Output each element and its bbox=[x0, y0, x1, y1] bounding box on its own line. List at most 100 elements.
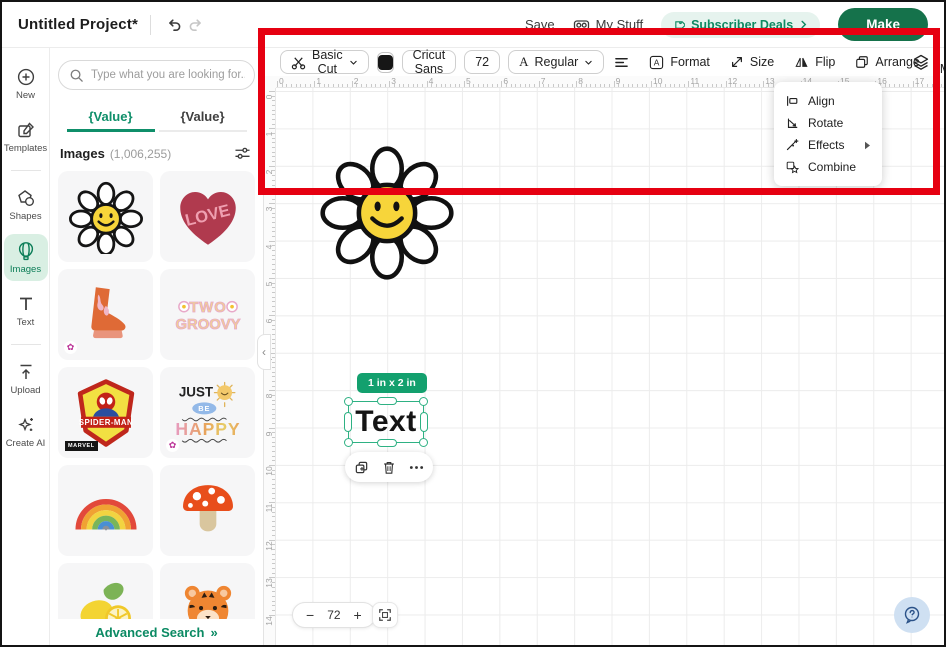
resize-handle-right[interactable] bbox=[420, 412, 428, 432]
image-card-daisy-smiley[interactable] bbox=[58, 171, 153, 262]
tab-value-2[interactable]: {Value} bbox=[159, 102, 247, 132]
cricut-design-space-window: Untitled Project* Save My Stuff Subscrib… bbox=[0, 0, 946, 647]
format-button[interactable]: A Format bbox=[647, 55, 712, 70]
svg-text:A: A bbox=[654, 57, 660, 67]
svg-text:JUST: JUST bbox=[178, 384, 213, 399]
sidebar-item-shapes[interactable]: Shapes bbox=[4, 181, 48, 228]
color-swatch[interactable] bbox=[377, 52, 394, 73]
image-card-just-be-happy[interactable]: JUST BE HAPPY ✿ bbox=[160, 367, 255, 458]
image-card-cowboy-boot[interactable]: ✿ bbox=[58, 269, 153, 360]
results-header: Images (1,006,255) bbox=[60, 144, 253, 163]
sidebar-item-images[interactable]: Images bbox=[4, 234, 48, 281]
undo-icon bbox=[165, 16, 183, 34]
shapes-icon bbox=[16, 188, 36, 208]
resize-handle-bottom-right[interactable] bbox=[419, 438, 428, 447]
tag-icon bbox=[673, 19, 685, 31]
resize-handle-top-left[interactable] bbox=[344, 397, 353, 406]
rotate-icon bbox=[785, 116, 799, 130]
mushroom-art bbox=[171, 474, 245, 548]
undo-button[interactable] bbox=[163, 14, 185, 36]
menu-item-rotate[interactable]: Rotate bbox=[774, 112, 882, 134]
make-button[interactable]: Make bbox=[838, 8, 928, 41]
zoom-in-button[interactable]: + bbox=[354, 608, 362, 622]
upload-icon bbox=[16, 362, 36, 382]
alignment-button[interactable] bbox=[612, 54, 631, 71]
fit-to-screen-button[interactable] bbox=[372, 602, 398, 628]
delete-button[interactable] bbox=[382, 460, 396, 475]
resize-handle-top[interactable] bbox=[377, 397, 397, 405]
fit-screen-icon bbox=[378, 608, 392, 622]
menu-item-effects[interactable]: Effects bbox=[774, 134, 882, 156]
layers-icon bbox=[912, 53, 930, 71]
cowboy-boot-art bbox=[69, 278, 143, 352]
redo-button[interactable] bbox=[185, 14, 207, 36]
image-card-rainbow[interactable] bbox=[58, 465, 153, 556]
help-button[interactable] bbox=[894, 597, 930, 633]
divider bbox=[11, 170, 41, 171]
more-dropdown-menu: Align Rotate Effects Combine bbox=[774, 82, 882, 186]
duplicate-button[interactable] bbox=[354, 460, 369, 475]
svg-text:TWO: TWO bbox=[189, 300, 226, 316]
selected-text-object[interactable]: Text bbox=[348, 401, 424, 443]
left-nav-rail: New Templates Shapes Images Text Upload … bbox=[2, 48, 50, 645]
collapse-panel-button[interactable]: ‹ bbox=[257, 334, 271, 370]
my-stuff-button[interactable]: My Stuff bbox=[573, 17, 643, 32]
operation-type-dropdown[interactable]: Basic Cut bbox=[280, 50, 369, 74]
size-button[interactable]: Size bbox=[728, 55, 776, 69]
zoom-out-button[interactable]: − bbox=[306, 608, 314, 622]
resize-arrows-icon bbox=[730, 55, 744, 69]
subscriber-deals-button[interactable]: Subscriber Deals bbox=[661, 12, 820, 38]
duplicate-icon bbox=[354, 460, 369, 475]
font-family-dropdown[interactable]: Cricut Sans bbox=[402, 50, 457, 74]
more-options-button[interactable] bbox=[409, 465, 424, 470]
scissors-icon bbox=[291, 55, 306, 70]
search-input[interactable] bbox=[91, 69, 245, 81]
sidebar-item-text[interactable]: Text bbox=[4, 287, 48, 334]
image-card-two-groovy[interactable]: TWO GROOVY bbox=[160, 269, 255, 360]
top-bar-actions: Save My Stuff Subscriber Deals Make bbox=[525, 8, 928, 41]
daisy-smiley-art bbox=[69, 180, 143, 254]
filter-sliders-icon bbox=[234, 146, 251, 161]
resize-handle-left[interactable] bbox=[344, 412, 352, 432]
premium-flower-badge: ✿ bbox=[64, 341, 77, 354]
new-icon bbox=[16, 67, 36, 87]
sidebar-item-create-ai[interactable]: Create AI bbox=[4, 408, 48, 455]
image-card-spider-man[interactable]: SPIDER-MAN MARVEL bbox=[58, 367, 153, 458]
font-style-dropdown[interactable]: A Regular bbox=[508, 50, 604, 74]
filter-button[interactable] bbox=[232, 144, 253, 163]
svg-text:GROOVY: GROOVY bbox=[175, 316, 240, 332]
menu-item-align[interactable]: Align bbox=[774, 90, 882, 112]
trash-icon bbox=[382, 460, 396, 475]
layers-panel-button[interactable] bbox=[910, 51, 932, 73]
sidebar-item-upload[interactable]: Upload bbox=[4, 355, 48, 402]
image-card-love-heart[interactable]: LOVE bbox=[160, 171, 255, 262]
text-object-value: Text bbox=[355, 405, 416, 439]
font-size-field[interactable]: 72 bbox=[464, 50, 500, 74]
more-dropdown[interactable]: 4 More bbox=[938, 48, 946, 76]
text-icon bbox=[16, 294, 36, 314]
flip-button[interactable]: Flip bbox=[792, 55, 837, 69]
ellipsis-icon bbox=[409, 465, 424, 470]
templates-icon bbox=[16, 120, 36, 140]
project-title: Untitled Project* bbox=[18, 16, 138, 33]
sidebar-item-templates[interactable]: Templates bbox=[4, 113, 48, 160]
flip-icon bbox=[794, 55, 809, 69]
search-icon bbox=[69, 68, 84, 83]
menu-item-combine[interactable]: Combine bbox=[774, 156, 882, 178]
image-card-mushroom[interactable] bbox=[160, 465, 255, 556]
resize-handle-bottom[interactable] bbox=[377, 439, 397, 447]
object-action-bar bbox=[345, 452, 433, 482]
daisy-smiley-canvas-object[interactable] bbox=[320, 146, 454, 280]
advanced-search-link[interactable]: Advanced Search » bbox=[50, 619, 263, 645]
top-bar: Untitled Project* Save My Stuff Subscrib… bbox=[2, 2, 944, 48]
sidebar-item-new[interactable]: New bbox=[4, 60, 48, 107]
just-be-happy-art: JUST BE HAPPY bbox=[171, 376, 245, 450]
resize-handle-top-right[interactable] bbox=[419, 397, 428, 406]
resize-handle-bottom-left[interactable] bbox=[344, 438, 353, 447]
tab-value-1[interactable]: {Value} bbox=[67, 102, 155, 132]
save-button[interactable]: Save bbox=[525, 17, 555, 32]
images-balloon-icon bbox=[16, 241, 36, 261]
results-count: (1,006,255) bbox=[110, 147, 171, 161]
question-bubble-icon bbox=[902, 605, 922, 625]
results-label: Images bbox=[60, 146, 105, 161]
